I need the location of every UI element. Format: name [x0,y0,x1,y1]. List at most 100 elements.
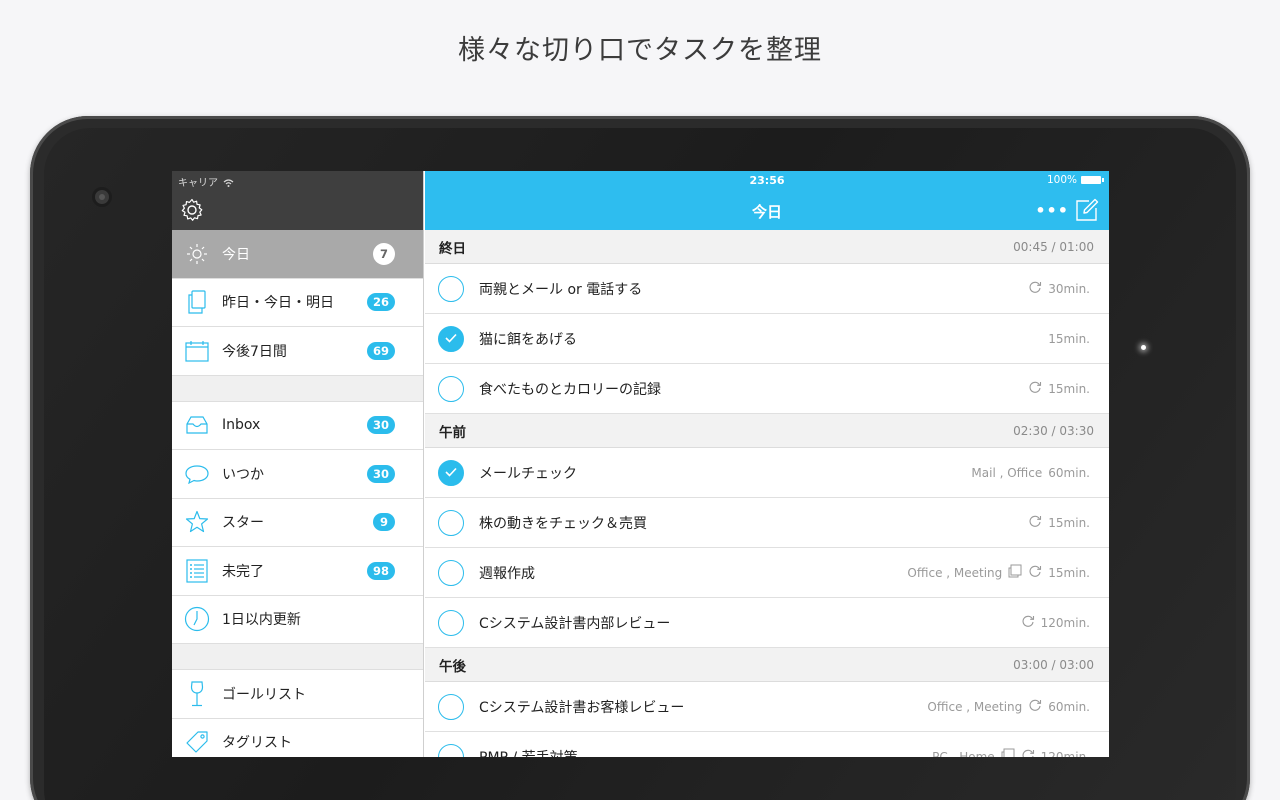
task-meta: Mail , Office 60min. [971,466,1090,480]
task-checkbox[interactable] [438,609,464,636]
task-checkbox[interactable] [438,459,464,486]
wifi-icon [223,179,234,187]
count-badge: 69 [366,341,395,360]
task-checkbox[interactable] [438,743,464,757]
task-row[interactable]: 週報作成 Office , Meeting 15min. [425,548,1109,598]
task-row[interactable]: 食べたものとカロリーの記録 15min. [425,364,1109,414]
repeat-icon [1021,748,1035,757]
gear-icon[interactable] [180,198,204,222]
section-header: 午前 02:30 / 03:30 [425,414,1109,448]
repeat-icon [1028,380,1042,397]
task-title: PMP / 若手対策 [479,747,932,758]
repeat-icon [1028,514,1042,531]
sidebar-item-label: いつか [222,466,264,483]
section-header: 終日 00:45 / 01:00 [425,230,1109,264]
count-badge: 9 [373,513,395,532]
task-duration: 120min. [1040,749,1090,758]
list-icon [184,558,210,584]
sidebar-divider [172,375,423,402]
battery-percent: 100% [1046,174,1077,186]
task-row[interactable]: PMP / 若手対策 PC , Home 120min. [425,732,1109,757]
carrier-status: キャリア [178,174,234,189]
task-duration: 15min. [1048,331,1090,346]
sidebar-item-label: ゴールリスト [222,686,306,703]
task-list: 終日 00:45 / 01:00 両親とメール or 電話する 30min. 猫… [425,230,1109,757]
task-meta: Office , Meeting 15min. [907,564,1090,581]
light-sensor [1141,345,1146,350]
sidebar-item-next-7-days[interactable]: 今後7日間 69 [172,327,423,376]
more-button[interactable]: ••• [1035,201,1069,220]
check-icon [444,329,458,348]
sidebar-item-yesterday-today-tomorrow[interactable]: 昨日・今日・明日 26 [172,279,423,327]
task-duration: 15min. [1048,515,1090,530]
task-checkbox[interactable] [438,693,464,720]
repeat-icon [1028,564,1042,581]
section-title: 終日 [439,240,466,257]
task-meta: 120min. [1021,614,1090,631]
task-checkbox[interactable] [438,375,464,402]
count-badge: 98 [366,561,395,580]
sidebar-item-updated-within-1-day[interactable]: 1日以内更新 [172,596,423,644]
task-meta: 15min. [1028,380,1090,397]
task-title: 両親とメール or 電話する [479,281,643,298]
page-title: 今日 [751,203,782,221]
section-title: 午前 [439,424,466,441]
app-screen: キャリア 今日 7 昨日・今日・明日 26 今後7日間 69 Inbox 30 … [172,171,1109,757]
sidebar-header: キャリア [172,171,423,230]
section-time: 02:30 / 03:30 [1013,423,1094,438]
repeat-icon [1028,698,1042,715]
task-row[interactable]: Cシステム設計書お客様レビュー Office , Meeting 60min. [425,682,1109,732]
sidebar-item-star[interactable]: スター 9 [172,499,423,547]
sidebar-item-label: 1日以内更新 [222,612,301,629]
task-meta: PC , Home 120min. [932,748,1090,757]
sidebar-item-label: Inbox [222,417,261,434]
sidebar: キャリア 今日 7 昨日・今日・明日 26 今後7日間 69 Inbox 30 … [172,171,424,757]
task-row[interactable]: Cシステム設計書内部レビュー 120min. [425,598,1109,648]
task-row[interactable]: 猫に餌をあげる 15min. [425,314,1109,364]
section-header: 午後 03:00 / 03:00 [425,648,1109,682]
promo-headline: 様々な切り口でタスクを整理 [458,35,822,66]
count-badge: 26 [366,293,395,312]
sidebar-item-incomplete[interactable]: 未完了 98 [172,547,423,596]
inbox-icon [184,412,210,438]
task-title: 猫に餌をあげる [479,331,577,348]
task-checkbox[interactable] [438,275,464,302]
task-checkbox[interactable] [438,325,464,352]
task-tags: PC , Home [932,749,995,758]
calendar-icon [184,338,210,364]
compose-icon[interactable] [1075,198,1099,222]
task-title: 食べたものとカロリーの記録 [479,381,661,398]
note-icon [1001,748,1015,757]
repeat-icon [1028,280,1042,297]
task-title: メールチェック [479,465,577,482]
status-time: 23:56 [749,174,785,187]
wine-glass-icon [184,681,210,707]
carrier-label: キャリア [178,178,218,189]
task-duration: 15min. [1048,381,1090,396]
sidebar-item-someday[interactable]: いつか 30 [172,450,423,499]
task-duration: 60min. [1048,465,1090,480]
task-row[interactable]: メールチェック Mail , Office 60min. [425,448,1109,498]
sun-icon [184,241,210,267]
nav-bar: 23:56 100% 今日 ••• [425,171,1109,230]
note-icon [1008,564,1022,581]
task-row[interactable]: 両親とメール or 電話する 30min. [425,264,1109,314]
task-title: Cシステム設計書内部レビュー [479,615,671,632]
task-row[interactable]: 株の動きをチェック＆売買 15min. [425,498,1109,548]
task-duration: 120min. [1040,615,1090,630]
copy-icon [184,289,210,315]
sidebar-item-goal-list[interactable]: ゴールリスト [172,670,423,719]
sidebar-item-tag-list[interactable]: タグリスト [172,719,423,758]
task-checkbox[interactable] [438,559,464,586]
task-tags: Office , Meeting [907,565,1003,580]
sidebar-item-today[interactable]: 今日 7 [172,230,423,279]
task-meta: Office , Meeting 60min. [927,698,1090,715]
section-time: 00:45 / 01:00 [1013,239,1094,254]
sidebar-item-label: 今日 [222,246,250,263]
task-meta: 15min. [1048,332,1090,346]
battery-status: 100% [1046,174,1104,186]
count-badge: 7 [373,242,395,265]
sidebar-item-inbox[interactable]: Inbox 30 [172,402,423,450]
sidebar-item-label: 今後7日間 [222,343,287,360]
task-checkbox[interactable] [438,509,464,536]
